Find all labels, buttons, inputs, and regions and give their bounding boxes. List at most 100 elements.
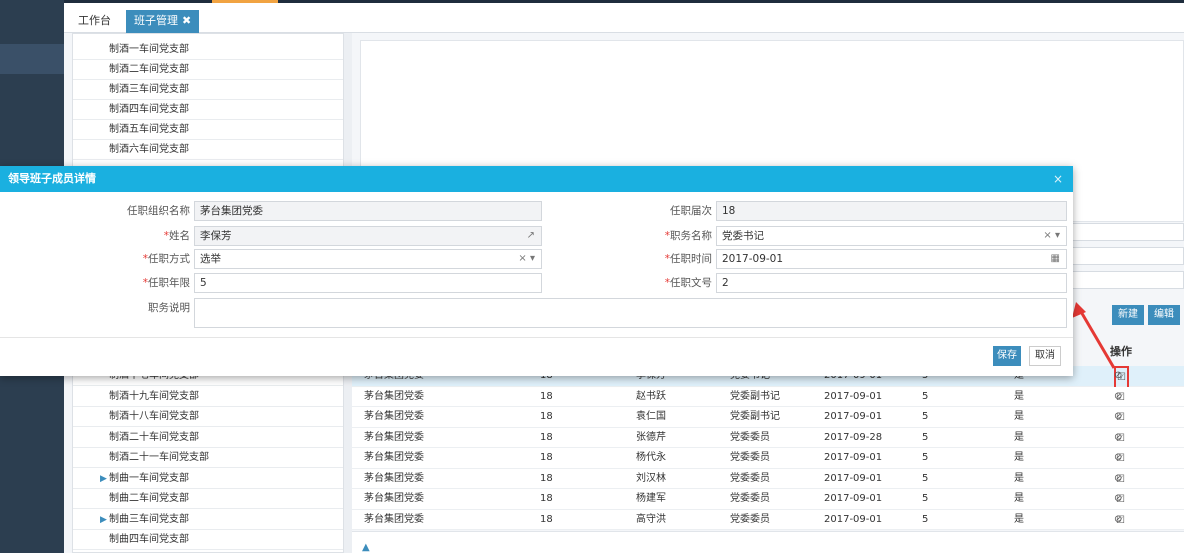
members-grid: 茅台集团党委 18 李保芳 党委书记 2017-09-01 5 是 ☑ ⊘ 茅台… [352, 366, 1184, 530]
ban-icon[interactable]: ⊘ [1114, 407, 1122, 428]
search-field[interactable] [1060, 247, 1184, 265]
position-select[interactable]: 党委书记 × ▾ [716, 226, 1067, 246]
close-icon[interactable]: × [1053, 166, 1063, 192]
years-label: *任职年限 [142, 277, 190, 289]
tab-team-management[interactable]: 班子管理 ✖ [126, 10, 200, 34]
clear-dropdown-icon[interactable]: × ▾ [1043, 227, 1060, 245]
save-button[interactable]: 保存 [993, 346, 1021, 366]
doc-label: *任职文号 [664, 277, 712, 289]
table-row[interactable]: 茅台集团党委 18 张德芹 党委委员 2017-09-28 5 是 ☑ ⊘ [352, 427, 1184, 449]
tree-item-label: 制酒二车间党支部 [109, 64, 189, 75]
doc-field[interactable]: 2 [716, 273, 1067, 293]
cell-org: 茅台集团党委 [364, 411, 424, 422]
tree-item[interactable]: 制曲二车间党支部 [73, 489, 343, 509]
modal-header: 领导班子成员详情 × [0, 166, 1073, 192]
expand-arrow-icon[interactable]: ▶ [100, 510, 107, 530]
tree-item[interactable]: 制酒五车间党支部 [73, 120, 343, 140]
ban-icon[interactable]: ⊘ [1114, 387, 1122, 408]
search-field[interactable] [1060, 271, 1184, 289]
left-nav-active[interactable] [0, 44, 64, 74]
cell-position: 党委委员 [730, 472, 770, 484]
tab-workbench[interactable]: 工作台 [70, 10, 119, 34]
cell-term: 18 [540, 493, 553, 504]
expand-icon[interactable]: ▲ [362, 542, 370, 553]
ban-icon[interactable]: ⊘ [1114, 469, 1122, 490]
tree-item-label: 制曲二车间党支部 [109, 493, 189, 504]
table-row[interactable]: 茅台集团党委 18 高守洪 党委委员 2017-09-01 5 是 ☑ ⊘ [352, 509, 1184, 531]
tree-item[interactable]: ▶ 制曲三车间党支部 [73, 510, 343, 530]
method-select[interactable]: 选举 × ▾ [194, 249, 542, 269]
org-field[interactable]: 茅台集团党委 [194, 201, 542, 221]
search-field[interactable] [1060, 223, 1184, 241]
desc-textarea[interactable] [194, 298, 1067, 328]
cell-current: 是 [1014, 390, 1024, 402]
cell-years: 5 [922, 493, 929, 504]
tree-item-label: 制酒六车间党支部 [109, 144, 189, 155]
calendar-icon[interactable]: ▦ [1051, 250, 1060, 268]
cell-name: 刘汉林 [636, 472, 666, 484]
cell-date: 2017-09-01 [824, 493, 883, 504]
tree-item-label: 制酒一车间党支部 [109, 44, 189, 55]
tree-item-label: 制曲三车间党支部 [109, 514, 189, 525]
table-row[interactable]: 茅台集团党委 18 杨建军 党委委员 2017-09-01 5 是 ☑ ⊘ [352, 489, 1184, 510]
ban-icon[interactable]: ⊘ [1114, 428, 1122, 449]
tab-bar: 工作台 班子管理 ✖ [64, 3, 1184, 34]
cell-current: 是 [1014, 431, 1024, 443]
cell-position: 党委副书记 [730, 411, 780, 422]
cell-date: 2017-09-01 [824, 452, 883, 463]
tree-item[interactable]: 制酒三车间党支部 [73, 80, 343, 100]
table-row[interactable]: 茅台集团党委 18 杨代永 党委委员 2017-09-01 5 是 ☑ ⊘ [352, 448, 1184, 469]
table-row[interactable]: 茅台集团党委 18 袁仁国 党委副书记 2017-09-01 5 是 ☑ ⊘ [352, 407, 1184, 428]
clear-dropdown-icon[interactable]: × ▾ [518, 250, 535, 268]
name-field[interactable]: 李保芳 ↗ [194, 226, 542, 246]
cell-position: 党委副书记 [730, 390, 780, 402]
tree-item[interactable]: 制酒一车间党支部 [73, 40, 343, 60]
select-person-icon[interactable]: ↗ [527, 227, 535, 245]
position-label: *职务名称 [664, 230, 712, 242]
cell-date: 2017-09-01 [824, 513, 883, 525]
tree-item[interactable]: 制酒十九车间党支部 [73, 387, 343, 407]
org-label: 任职组织名称 [127, 205, 190, 217]
cell-years: 5 [922, 472, 929, 484]
tree-item[interactable]: ▶ 制曲一车间党支部 [73, 469, 343, 489]
term-field[interactable]: 18 [716, 201, 1067, 221]
tree-item[interactable]: 制酒十八车间党支部 [73, 407, 343, 427]
expand-arrow-icon[interactable]: ▶ [100, 469, 107, 489]
tree-item[interactable]: 制酒二车间党支部 [73, 60, 343, 80]
tree-item-label: 制酒十八车间党支部 [109, 411, 199, 422]
years-field[interactable]: 5 [194, 273, 542, 293]
tree-item-label: 制酒二十车间党支部 [109, 432, 199, 443]
date-label: *任职时间 [664, 253, 712, 265]
ban-icon[interactable]: ⊘ [1114, 448, 1122, 469]
desc-label: 职务说明 [148, 302, 190, 314]
close-tab-icon[interactable]: ✖ [182, 14, 191, 27]
cell-date: 2017-09-01 [824, 472, 883, 484]
cell-years: 5 [922, 452, 929, 463]
cell-name: 张德芹 [636, 431, 666, 443]
search-fields [1060, 223, 1184, 295]
tree-item[interactable]: 制酒二十一车间党支部 [73, 448, 343, 468]
cell-position: 党委委员 [730, 513, 770, 525]
table-row[interactable]: 茅台集团党委 18 刘汉林 党委委员 2017-09-01 5 是 ☑ ⊘ [352, 468, 1184, 490]
cell-current: 是 [1014, 493, 1024, 504]
tree-item[interactable]: 制酒二十车间党支部 [73, 428, 343, 448]
cell-term: 18 [540, 390, 553, 402]
cell-name: 赵书跃 [636, 390, 666, 402]
cell-date: 2017-09-01 [824, 390, 883, 402]
edit-button[interactable]: 编辑 [1148, 305, 1180, 325]
ban-icon[interactable]: ⊘ [1114, 510, 1122, 531]
tree-item-label: 制酒二十一车间党支部 [109, 452, 209, 463]
ban-icon[interactable]: ⊘ [1114, 489, 1122, 510]
tree-item[interactable]: 制曲四车间党支部 [73, 530, 343, 550]
cell-position: 党委委员 [730, 431, 770, 443]
tree-item[interactable]: 制酒四车间党支部 [73, 100, 343, 120]
cell-term: 18 [540, 472, 553, 484]
tree-item-label: 制酒十九车间党支部 [109, 391, 199, 402]
cell-term: 18 [540, 452, 553, 463]
cancel-button[interactable]: 取消 [1029, 346, 1061, 366]
cell-years: 5 [922, 431, 929, 443]
tree-item[interactable]: 制酒六车间党支部 [73, 140, 343, 160]
cell-name: 高守洪 [636, 513, 666, 525]
table-row[interactable]: 茅台集团党委 18 赵书跃 党委副书记 2017-09-01 5 是 ☑ ⊘ [352, 386, 1184, 408]
date-field[interactable]: 2017-09-01 ▦ [716, 249, 1067, 269]
